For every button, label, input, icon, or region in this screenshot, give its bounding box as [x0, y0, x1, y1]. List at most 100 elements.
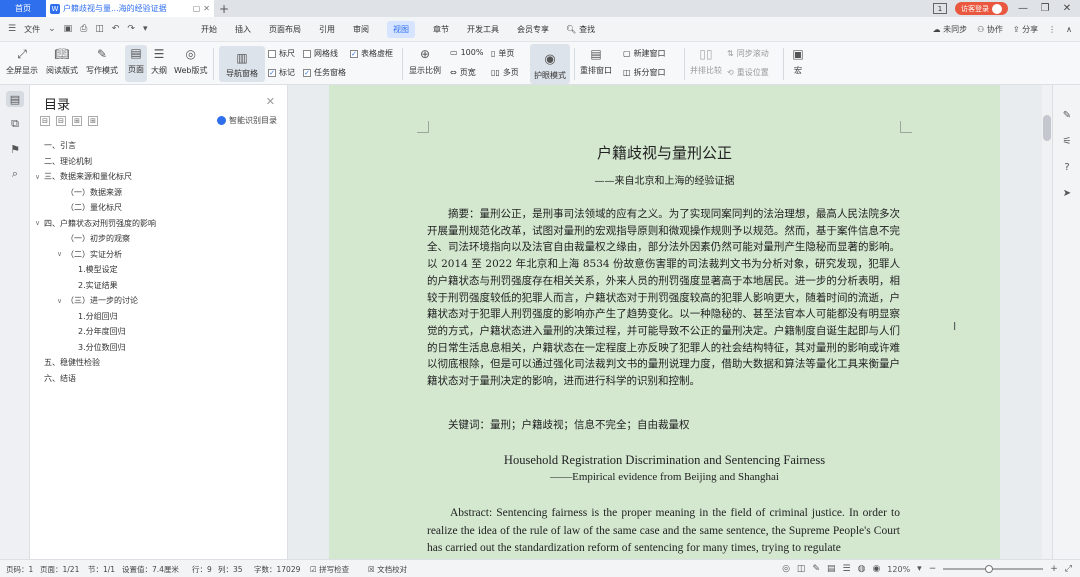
page-width-button[interactable]: ⇔ 页宽	[450, 67, 476, 78]
print-icon[interactable]: ⎙	[80, 24, 87, 34]
toc-settings-icon[interactable]: ⊞	[88, 116, 98, 126]
zoom-in-icon[interactable]: +	[1050, 564, 1058, 574]
toc-item[interactable]: 2.实证结果	[78, 280, 118, 291]
help-icon[interactable]: ?	[1059, 159, 1075, 175]
chapter-nav-icon[interactable]: ⧉	[6, 116, 24, 132]
edit-pen-icon[interactable]: ✎	[1059, 107, 1075, 123]
more-quick-icon[interactable]: ▾	[143, 24, 148, 34]
multi-page-button[interactable]: ▯▯ 多页	[491, 67, 519, 78]
document-tab[interactable]: W 户籍歧视与量...海的经验证据 ▢ ✕	[46, 0, 214, 17]
macro-button[interactable]: ▣ 宏	[789, 46, 807, 76]
side-by-side-button[interactable]: ▯▯ 并排比较	[690, 46, 722, 76]
page-indicator-icon[interactable]: 1	[933, 3, 947, 14]
toc-item[interactable]: 六、结语	[44, 373, 76, 384]
tab-close-icon[interactable]: ✕	[203, 4, 210, 13]
outline-view-icon[interactable]: ☰	[843, 564, 851, 574]
smart-toc-button[interactable]: 智能识别目录	[217, 115, 277, 126]
chevron-down-icon[interactable]: ∨	[35, 219, 44, 227]
toc-item[interactable]: 3.分位数回归	[78, 342, 126, 353]
task-pane-checkbox[interactable]: ✓ 任务窗格	[303, 67, 346, 78]
expand-all-icon[interactable]: ⊟	[40, 116, 50, 126]
tab-chapter[interactable]: 章节	[424, 17, 458, 42]
toc-item[interactable]: ∨ 三、数据来源和量化标尺	[35, 171, 132, 182]
tab-developer[interactable]: 开发工具	[458, 17, 508, 42]
read-mode-button[interactable]: 📖︎ 阅读版式	[46, 46, 78, 76]
tab-page-layout[interactable]: 页面布局	[260, 17, 310, 42]
zoom-slider[interactable]	[943, 565, 1044, 573]
chevron-down-icon[interactable]: ∨	[57, 250, 66, 258]
reset-position-button[interactable]: ⟲ 重设位置	[727, 67, 769, 78]
toc-item[interactable]: 1.分组回归	[78, 311, 118, 322]
toc-item[interactable]: 一、引言	[44, 140, 76, 151]
search-button[interactable]: 🔍︎ 查找	[558, 24, 603, 35]
single-page-button[interactable]: ▯ 单页	[491, 48, 514, 59]
zoom-dropdown-icon[interactable]: ▾	[917, 564, 922, 574]
tab-start[interactable]: 开始	[192, 17, 226, 42]
new-window-button[interactable]: ▢ 新建窗口	[623, 48, 666, 59]
visitor-login-button[interactable]: 访客登录	[955, 2, 1008, 15]
toc-panel-icon[interactable]: ▤	[6, 91, 24, 107]
rearrange-window-button[interactable]: ▤ 重排窗口	[580, 46, 612, 76]
doc-proof-button[interactable]: ☒ 文档校对	[368, 564, 407, 575]
tab-references[interactable]: 引用	[310, 17, 344, 42]
toc-item[interactable]: （一）初步的观察	[66, 233, 130, 244]
checkbox-checked[interactable]: ✓	[350, 49, 358, 58]
toc-item[interactable]: （二）量化标尺	[66, 202, 122, 213]
select-arrow-icon[interactable]: ➤	[1059, 185, 1075, 201]
close-window-button[interactable]: ✕	[1060, 3, 1074, 14]
checkbox[interactable]	[268, 49, 276, 58]
toc-item[interactable]: 二、理论机制	[44, 156, 92, 167]
chevron-down-icon[interactable]: ⌄	[48, 24, 56, 34]
read-view-icon[interactable]: ◎	[782, 564, 790, 574]
chevron-down-icon[interactable]: ∨	[57, 297, 66, 305]
eye-protection-button[interactable]: ◉ 护眼模式	[530, 44, 570, 84]
document-page[interactable]: 户籍歧视与量刑公正 ——来自北京和上海的经验证据 摘要：量刑公正，是刑事司法领域…	[329, 85, 1000, 559]
tab-view[interactable]: 视图	[378, 17, 424, 42]
nav-pane-dropdown[interactable]: ▥ 导航窗格	[219, 46, 265, 82]
checkbox-checked[interactable]: ✓	[268, 68, 276, 77]
vertical-scrollbar[interactable]	[1042, 85, 1052, 559]
sync-scroll-button[interactable]: ⇅ 同步滚动	[727, 48, 769, 59]
write-mode-button[interactable]: ✎ 写作模式	[86, 46, 118, 76]
toc-item[interactable]: 2.分年度回归	[78, 326, 126, 337]
zoom-100-button[interactable]: ▭ 100%	[450, 48, 483, 57]
tab-review[interactable]: 审阅	[344, 17, 378, 42]
cloud-sync-button[interactable]: ☁ 未同步	[933, 24, 968, 35]
close-icon[interactable]: ✕	[266, 95, 275, 108]
zoom-out-icon[interactable]: −	[929, 564, 937, 574]
fit-window-icon[interactable]: ⤢	[1065, 564, 1072, 574]
toc-item[interactable]: ∨ （二）实证分析	[57, 249, 122, 260]
ruler-checkbox[interactable]: 标尺	[268, 48, 295, 59]
display-ratio-button[interactable]: ⊕ 显示比例	[409, 46, 441, 76]
adjust-icon[interactable]: ⚟	[1059, 133, 1075, 149]
checkbox-checked[interactable]: ✓	[303, 68, 311, 77]
tab-member[interactable]: 会员专享	[508, 17, 558, 42]
table-border-checkbox[interactable]: ✓ 表格虚框	[350, 48, 393, 59]
new-tab-button[interactable]: +	[214, 2, 234, 16]
tab-insert[interactable]: 插入	[226, 17, 260, 42]
checkbox[interactable]	[303, 49, 311, 58]
redo-icon[interactable]: ↷	[127, 24, 135, 34]
bookmark-icon[interactable]: ⚑	[6, 141, 24, 157]
restore-button[interactable]: ❐	[1038, 3, 1052, 14]
file-menu[interactable]: 文件	[24, 24, 40, 35]
toc-level-icon[interactable]: ⊞	[72, 116, 82, 126]
toc-item[interactable]: 五、稳健性检验	[44, 357, 100, 368]
split-view-icon[interactable]: ◫	[797, 564, 806, 574]
search-icon[interactable]: ⌕	[6, 166, 24, 182]
collab-button[interactable]: ⚇ 协作	[977, 24, 1003, 35]
outline-button[interactable]: ☰ 大纲	[150, 46, 168, 76]
zoom-slider-knob[interactable]	[985, 565, 994, 573]
home-tab[interactable]: 首页	[0, 0, 46, 17]
toc-item[interactable]: 1.模型设定	[78, 264, 118, 275]
mark-checkbox[interactable]: ✓ 标记	[268, 67, 295, 78]
web-view-button[interactable]: ◎ Web版式	[174, 46, 207, 76]
document-area[interactable]: 户籍歧视与量刑公正 ——来自北京和上海的经验证据 摘要：量刑公正，是刑事司法领域…	[288, 85, 1042, 559]
share-button[interactable]: ⇪ 分享	[1013, 24, 1038, 35]
undo-icon[interactable]: ↶	[112, 24, 120, 34]
save-icon[interactable]: ▣	[64, 24, 73, 34]
write-view-icon[interactable]: ✎	[812, 564, 820, 574]
preview-icon[interactable]: ◫	[95, 24, 104, 34]
tab-comment-icon[interactable]: ▢	[193, 4, 201, 13]
web-view-icon[interactable]: ◍	[858, 564, 866, 574]
